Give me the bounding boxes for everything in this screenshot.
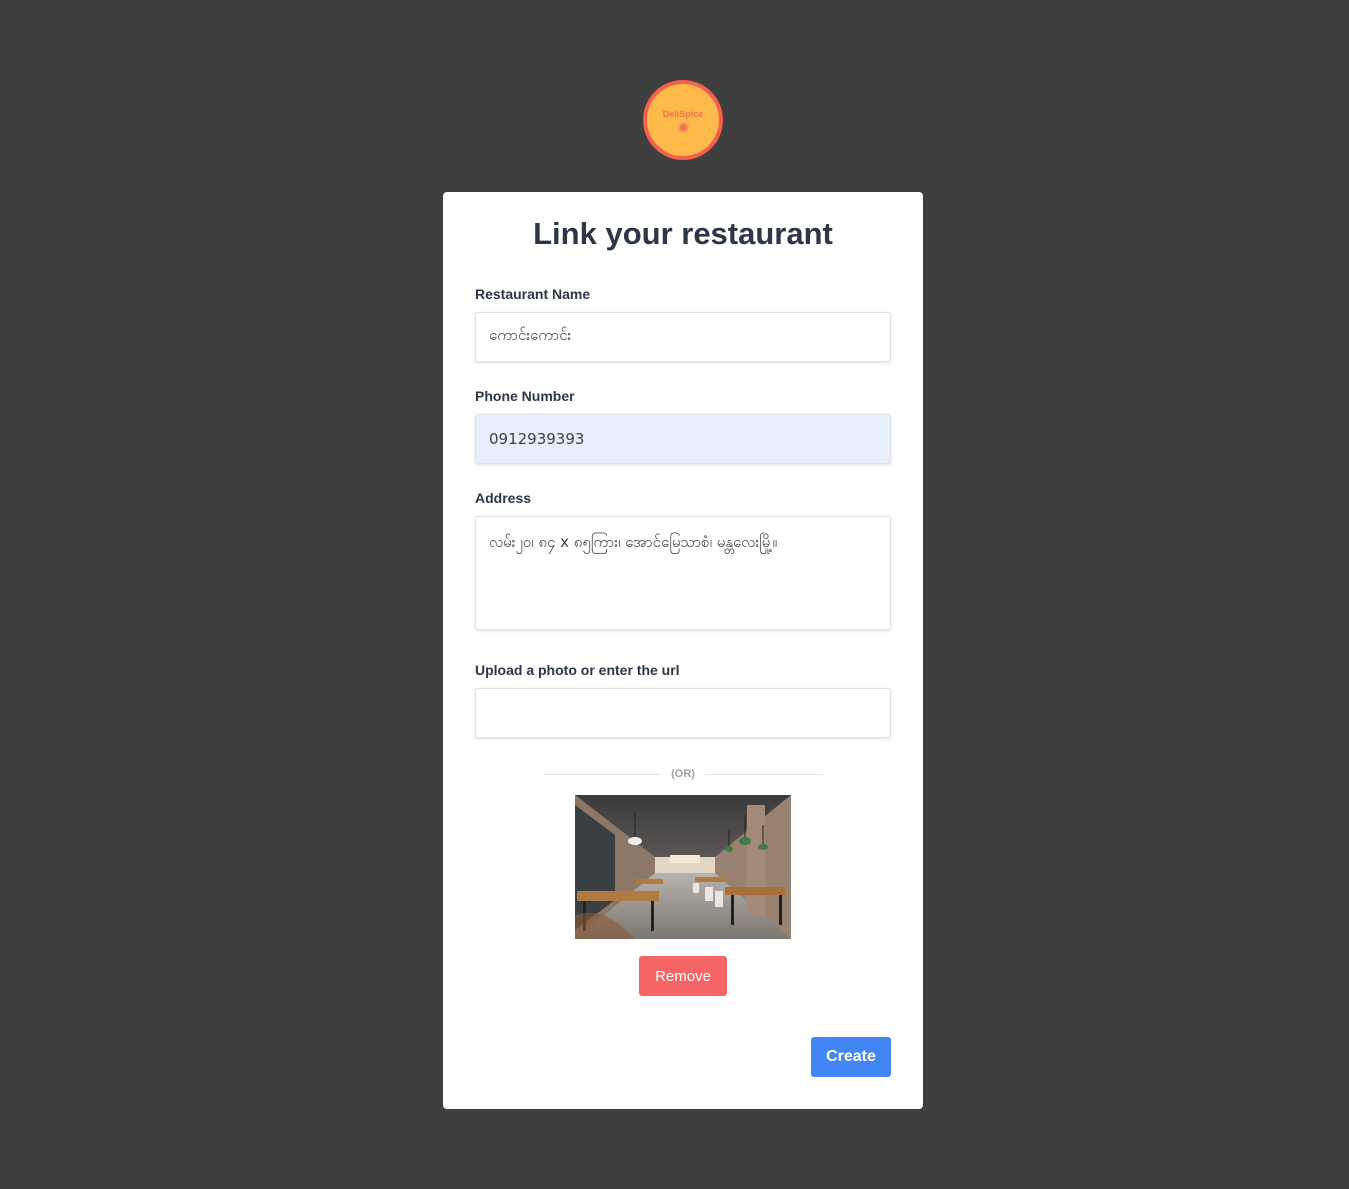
phone-number-label: Phone Number <box>475 388 575 404</box>
address-value: လမ်း၂၀၊ ၈၄ x ၈၅ကြား၊ အောင်မြေသာစံ၊ မန္တလ… <box>489 533 777 551</box>
restaurant-name-label: Restaurant Name <box>475 286 591 302</box>
restaurant-photo-preview <box>575 795 791 939</box>
logo-chili-icon <box>677 122 689 133</box>
link-restaurant-card: Link your restaurant Restaurant Name ကော… <box>443 192 923 1109</box>
delispice-logo: DeliSpice <box>643 80 723 160</box>
restaurant-name-value: ကောင်းကောင်း <box>489 326 572 344</box>
phone-number-input[interactable]: 0912939393 <box>475 414 891 464</box>
remove-photo-button[interactable]: Remove <box>639 956 727 996</box>
or-divider: (OR) <box>543 766 824 782</box>
create-button[interactable]: Create <box>811 1037 891 1077</box>
logo-text: DeliSpice <box>662 109 704 119</box>
address-label: Address <box>475 490 532 506</box>
page-title: Link your restaurant <box>533 216 833 251</box>
photo-url-input[interactable] <box>475 688 891 738</box>
divider-line-right <box>704 773 824 775</box>
photo-url-label: Upload a photo or enter the url <box>475 662 680 678</box>
address-textarea[interactable]: လမ်း၂၀၊ ၈၄ x ၈၅ကြား၊ အောင်မြေသာစံ၊ မန္တလ… <box>475 516 891 630</box>
restaurant-name-input[interactable]: ကောင်းကောင်း <box>475 312 891 362</box>
or-text: (OR) <box>671 768 695 780</box>
restaurant-interior-image <box>575 795 791 939</box>
divider-line-left <box>543 773 662 775</box>
phone-number-value: 0912939393 <box>489 430 585 448</box>
